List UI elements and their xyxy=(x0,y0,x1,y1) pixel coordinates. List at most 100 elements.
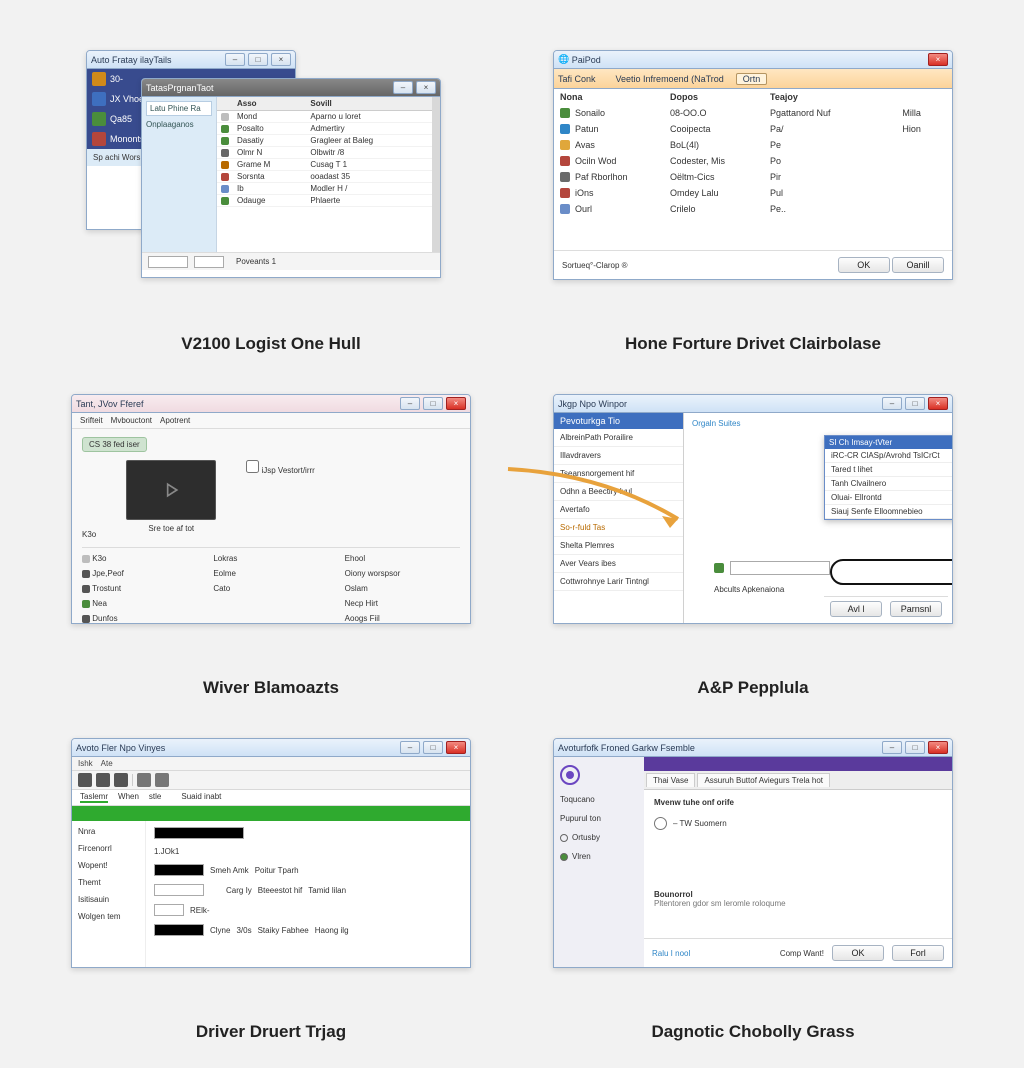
t1-front-titlebar[interactable]: TatasPrgnanTaot – × xyxy=(142,79,440,97)
popup-row[interactable]: Siauj Senfe Elloomnebieo xyxy=(825,505,953,519)
cancel-button[interactable]: Forl xyxy=(892,945,944,961)
popup-row[interactable]: Tanh ClvailneroCE xyxy=(825,477,953,491)
close-icon[interactable]: × xyxy=(446,741,466,754)
menu[interactable]: Ate xyxy=(101,759,113,768)
tab[interactable]: Mvbouctont xyxy=(111,416,152,425)
input[interactable] xyxy=(154,884,204,896)
checkbox[interactable] xyxy=(246,460,259,473)
popup-row[interactable]: iRC-CR ClASp/Avrohd TsICrCt xyxy=(825,449,953,463)
radio[interactable]: Ortusby xyxy=(560,833,638,842)
radio[interactable] xyxy=(654,817,667,830)
tab[interactable]: stle xyxy=(149,792,161,803)
t3-titlebar[interactable]: Tant, JVov Fferef – □ × xyxy=(72,395,470,413)
tab[interactable]: Thai Vase xyxy=(646,773,695,787)
t4-popup[interactable]: SI Ch Imsay-tVter ILil K iRC-CR ClASp/Av… xyxy=(824,435,953,520)
ok-button[interactable]: OK xyxy=(832,945,884,961)
side-item[interactable]: Pupurul ton xyxy=(560,814,638,823)
cancel-button[interactable]: Parnsnl xyxy=(890,601,942,617)
table-row[interactable]: Sonailo08-OO.OPgattanord NufMilla xyxy=(554,105,952,121)
option[interactable]: Eolme xyxy=(213,569,328,578)
link[interactable]: Ralu I nool xyxy=(652,949,690,958)
maximize-icon[interactable]: □ xyxy=(905,741,925,754)
toolbar-icon[interactable] xyxy=(78,773,92,787)
table-row[interactable]: OurlCrileloPe.. xyxy=(554,201,952,217)
t2-table[interactable]: Nona Dopos Teajoy Sonailo08-OO.OPgattano… xyxy=(554,89,952,217)
option[interactable]: Lokras xyxy=(213,554,328,563)
list-item[interactable]: Sorsntaooadast 35 xyxy=(217,171,432,183)
input[interactable] xyxy=(154,924,204,936)
option[interactable] xyxy=(213,614,328,623)
cancel-button[interactable]: Oanill xyxy=(892,257,944,273)
minimize-icon[interactable]: – xyxy=(400,397,420,410)
table-row[interactable]: PatunCooipectaPa/Hion xyxy=(554,121,952,137)
option[interactable] xyxy=(213,599,328,608)
t2-menu[interactable]: Ortn xyxy=(736,73,768,85)
option[interactable]: Dunfos xyxy=(82,614,197,623)
list-item[interactable]: OdaugePhlaerte xyxy=(217,195,432,207)
option[interactable]: Necp Hirt xyxy=(345,599,460,608)
minimize-icon[interactable]: – xyxy=(882,741,902,754)
minimize-icon[interactable]: – xyxy=(225,53,245,66)
popup-row[interactable]: Oluai- EllrontdaS xyxy=(825,491,953,505)
input[interactable] xyxy=(154,904,184,916)
t1-back-titlebar[interactable]: Auto Fratay ilayTails – □ × xyxy=(87,51,295,69)
option[interactable]: Aoogs Fiil xyxy=(345,614,460,623)
option[interactable]: Oiony worspsor xyxy=(345,569,460,578)
option[interactable]: K3o xyxy=(82,554,197,563)
tab[interactable]: Assuruh Buttof Aviegurs Trela hot xyxy=(697,773,830,787)
toolbar-icon[interactable] xyxy=(155,773,169,787)
menu-item[interactable]: Cottwrohnye Larir Tintngl xyxy=(554,573,683,591)
maximize-icon[interactable]: □ xyxy=(905,397,925,410)
close-icon[interactable]: × xyxy=(271,53,291,66)
option[interactable]: Ehool xyxy=(345,554,460,563)
t2-menu[interactable]: Veetio Infremoend (NaTrod xyxy=(616,74,724,84)
table-row[interactable]: Paf RborlhonOëltm-CicsPir xyxy=(554,169,952,185)
tab[interactable]: Apotrent xyxy=(160,416,190,425)
option[interactable]: Oslam xyxy=(345,584,460,593)
tab[interactable]: When xyxy=(118,792,139,803)
close-icon[interactable]: × xyxy=(928,53,948,66)
tab[interactable]: Taslemr xyxy=(80,792,108,803)
table-row[interactable]: Ociln WodCodester, MisPo xyxy=(554,153,952,169)
tab[interactable]: Srifteit xyxy=(80,416,103,425)
ok-button[interactable]: Avl l xyxy=(830,601,882,617)
close-icon[interactable]: × xyxy=(928,741,948,754)
popup-row[interactable]: Tared t lihet xyxy=(825,463,953,477)
list-item[interactable]: IbModler H / xyxy=(217,183,432,195)
radio[interactable]: Vlren xyxy=(560,852,638,861)
t1-list[interactable]: Asso Sovill MondAparno u loretPosaltoAdm… xyxy=(217,97,440,252)
list-item[interactable]: Olmr NOlbwitr /8 xyxy=(217,147,432,159)
option[interactable]: Nea xyxy=(82,599,197,608)
tab[interactable]: Suaid inabt xyxy=(181,792,221,803)
t4-titlebar[interactable]: Jkgp Npo Winpor – □ × xyxy=(554,395,952,413)
t4-right-header[interactable]: Orgaln Suites xyxy=(692,419,944,428)
option[interactable]: Trostunt xyxy=(82,584,197,593)
maximize-icon[interactable]: □ xyxy=(423,397,443,410)
minimize-icon[interactable]: – xyxy=(393,81,413,94)
maximize-icon[interactable]: □ xyxy=(423,741,443,754)
table-row[interactable]: AvasBoL(4l)Pe xyxy=(554,137,952,153)
minimize-icon[interactable]: – xyxy=(400,741,420,754)
toolbar-icon[interactable] xyxy=(114,773,128,787)
menu-item[interactable]: Illavdravers xyxy=(554,447,683,465)
input[interactable] xyxy=(154,864,204,876)
menu[interactable]: Ishk xyxy=(78,759,93,768)
t2-menu[interactable]: Tafi Conk xyxy=(558,74,596,84)
ok-button[interactable]: OK xyxy=(838,257,890,273)
menu-item[interactable]: Aver Vears ibes xyxy=(554,555,683,573)
close-icon[interactable]: × xyxy=(446,397,466,410)
t2-titlebar[interactable]: 🌐 PaiPod × xyxy=(554,51,952,69)
t3-chip[interactable]: CS 38 fed iser xyxy=(82,437,147,452)
t1-nav[interactable]: Latu Phine Ra Onplaaganos xyxy=(142,97,217,252)
close-icon[interactable]: × xyxy=(416,81,436,94)
list-item[interactable]: MondAparno u loret xyxy=(217,111,432,123)
maximize-icon[interactable]: □ xyxy=(248,53,268,66)
option[interactable]: Cato xyxy=(213,584,328,593)
minimize-icon[interactable]: – xyxy=(882,397,902,410)
video-thumbnail[interactable] xyxy=(126,460,216,520)
toolbar-icon[interactable] xyxy=(137,773,151,787)
list-item[interactable]: Grame MCusag T 1 xyxy=(217,159,432,171)
t1-nav-item[interactable]: Onplaaganos xyxy=(146,120,212,129)
option[interactable]: Jpe,Peof xyxy=(82,569,197,578)
menu-item[interactable]: AlbreinPath Porailire xyxy=(554,429,683,447)
